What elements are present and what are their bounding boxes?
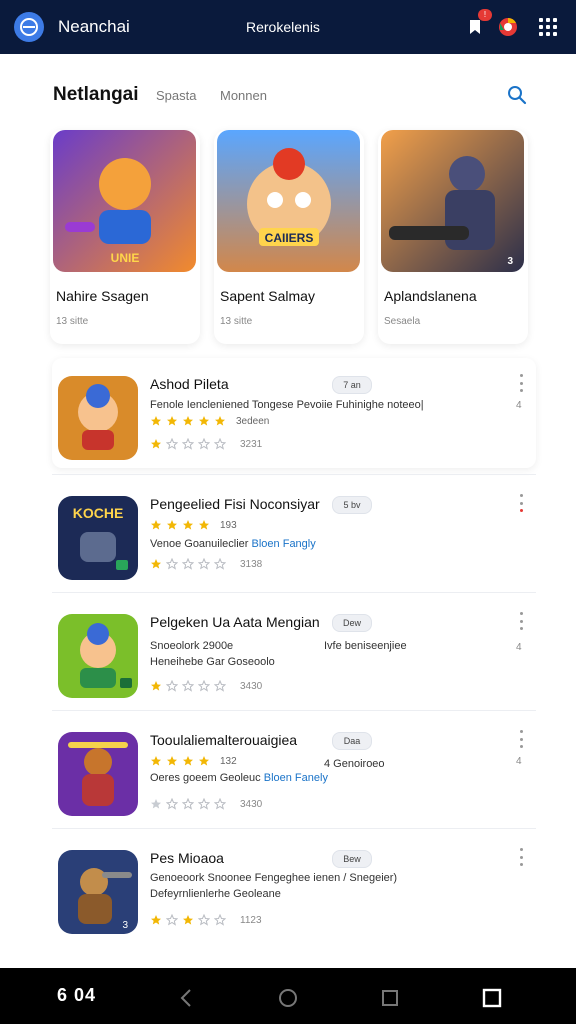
- game-title: Pes Mioaoa: [150, 850, 224, 866]
- logo-icon[interactable]: [14, 12, 44, 42]
- featured-card[interactable]: UNIE Nahire Ssagen 13 sitte: [50, 130, 200, 344]
- tab-monnen[interactable]: Monnen: [220, 88, 267, 103]
- chrome-icon[interactable]: [496, 15, 520, 39]
- game-description: Fenole Iencleniened Tongese Pevoiie Fuhi…: [150, 399, 424, 411]
- rating-text: 193: [220, 519, 237, 531]
- rating-stars: 3edeen: [150, 415, 269, 427]
- game-title: Ashod Pileta: [150, 376, 229, 392]
- rating-count: 3430: [240, 798, 263, 810]
- game-subline: Oeres goeem Geoleuc Bloen Fanely: [150, 772, 328, 784]
- game-icon: [58, 614, 138, 698]
- rating-text: 3edeen: [236, 415, 270, 427]
- user-rating[interactable]: 3430: [150, 798, 262, 810]
- divider: [52, 710, 536, 711]
- game-description: Genoeoork Snoonee Fengeghee ienen / Sneg…: [150, 872, 398, 884]
- status-badge: 7 an: [332, 376, 372, 394]
- status-badge: Daa: [332, 732, 372, 750]
- rating-text: 132: [220, 755, 237, 767]
- game-thumbnail: CAIIERS: [217, 130, 360, 272]
- rating-count: 1123: [240, 914, 262, 926]
- svg-text:UNIE: UNIE: [111, 251, 140, 265]
- svg-text:KOCHE: KOCHE: [73, 505, 124, 521]
- status-badge: 5 bv: [332, 496, 372, 514]
- svg-text:3: 3: [122, 920, 128, 931]
- rating-count: 3231: [240, 438, 263, 450]
- subline-text: Venoe Goanuileclier: [150, 538, 249, 550]
- kebab-icon[interactable]: [518, 612, 524, 630]
- list-item[interactable]: KOCHE Pengeelied Fisi Noconsiyar 5 bv 19…: [52, 478, 536, 588]
- game-title: Pelgeken Ua Aata Mengian: [150, 614, 320, 630]
- status-badge: Bew: [332, 850, 372, 868]
- notification-badge: !: [478, 9, 492, 21]
- kebab-icon[interactable]: [518, 374, 524, 392]
- game-subline: Heneihebe Gar Goseoolo: [150, 656, 275, 668]
- back-icon[interactable]: [174, 986, 198, 1010]
- main-content: Netlangai Spasta Monnen UNIE Nahire Ssag…: [0, 54, 576, 968]
- game-icon: [58, 376, 138, 460]
- tab-spasta[interactable]: Spasta: [156, 88, 196, 103]
- game-icon: KOCHE: [58, 496, 138, 580]
- home-icon[interactable]: [276, 986, 300, 1010]
- game-title: Tooulaliemalterouaigiea: [150, 732, 298, 748]
- featured-name: Aplandslanena: [384, 288, 477, 304]
- apps-grid-icon[interactable]: [536, 15, 560, 39]
- kebab-icon[interactable]: [518, 494, 524, 512]
- featured-card[interactable]: CAIIERS Sapent Salmay 13 sitte: [214, 130, 364, 344]
- divider: [52, 474, 536, 475]
- featured-meta: Sesaela: [384, 316, 421, 327]
- row-side-value: 4: [516, 642, 522, 653]
- user-rating[interactable]: 3138: [150, 558, 262, 570]
- page-header-title: Rerokelenis: [246, 19, 320, 35]
- user-rating[interactable]: 3231: [150, 438, 262, 450]
- featured-meta: 13 sitte: [220, 316, 253, 327]
- kebab-icon[interactable]: [518, 730, 524, 748]
- featured-name: Nahire Ssagen: [56, 288, 149, 304]
- bookmark-icon[interactable]: !: [464, 9, 492, 39]
- sub-header: Netlangai Spasta Monnen: [0, 54, 576, 126]
- rating-count: 3430: [240, 680, 263, 692]
- game-title: Pengeelied Fisi Noconsiyar: [150, 496, 320, 512]
- list-item[interactable]: Pelgeken Ua Aata Mengian Dew Snoeolork 2…: [52, 596, 536, 706]
- divider: [52, 592, 536, 593]
- list-item[interactable]: 3 Pes Mioaoa Bew Genoeoork Snoonee Fenge…: [52, 832, 536, 942]
- square-icon[interactable]: [480, 986, 504, 1010]
- divider: [52, 828, 536, 829]
- row-side-value: 4: [516, 756, 522, 767]
- featured-card[interactable]: 3 Aplandslanena Sesaela: [378, 130, 528, 344]
- subline-link[interactable]: Bloen Fangly: [252, 538, 316, 550]
- top-app-bar: Neanchai Rerokelenis !: [0, 0, 576, 54]
- status-time: 6 04: [57, 985, 97, 1005]
- game-thumbnail: UNIE: [53, 130, 196, 272]
- search-icon[interactable]: [506, 84, 528, 106]
- featured-meta: 13 sitte: [56, 316, 89, 327]
- game-icon: [58, 732, 138, 816]
- system-nav-bar: 6 04: [0, 968, 576, 1024]
- svg-text:3: 3: [507, 256, 513, 267]
- featured-name: Sapent Salmay: [220, 288, 315, 304]
- rating-count: 3138: [240, 558, 263, 570]
- list-item[interactable]: Ashod Pileta 7 an Fenole Iencleniened To…: [52, 358, 536, 468]
- list-item[interactable]: Tooulaliemalterouaigiea Daa 132 Oeres go…: [52, 714, 536, 824]
- game-detail-right: Ivfe beniseenjiee: [324, 640, 407, 652]
- section-title: Netlangai: [53, 84, 139, 105]
- rating-stars: 193: [150, 519, 237, 531]
- game-subline: Defeyrnlienlerhe Geoleane: [150, 888, 281, 900]
- status-badge: Dew: [332, 614, 372, 632]
- user-rating[interactable]: 3430: [150, 680, 262, 692]
- game-description: Snoeolork 2900e: [150, 640, 234, 652]
- subline-text: Oeres goeem Geoleuc: [150, 772, 261, 784]
- kebab-icon[interactable]: [518, 848, 524, 866]
- app-title: Neanchai: [58, 17, 130, 36]
- game-detail-right: 4 Genoiroeo: [324, 758, 385, 770]
- row-side-value: 4: [516, 400, 522, 411]
- svg-text:CAIIERS: CAIIERS: [265, 231, 314, 245]
- game-thumbnail: 3: [381, 130, 524, 272]
- subline-link[interactable]: Bloen Fanely: [264, 772, 328, 784]
- game-icon: 3: [58, 850, 138, 934]
- recents-icon[interactable]: [378, 986, 402, 1010]
- rating-stars: 132: [150, 755, 237, 767]
- user-rating[interactable]: 1123: [150, 914, 262, 926]
- game-subline: Venoe Goanuileclier Bloen Fangly: [150, 538, 316, 550]
